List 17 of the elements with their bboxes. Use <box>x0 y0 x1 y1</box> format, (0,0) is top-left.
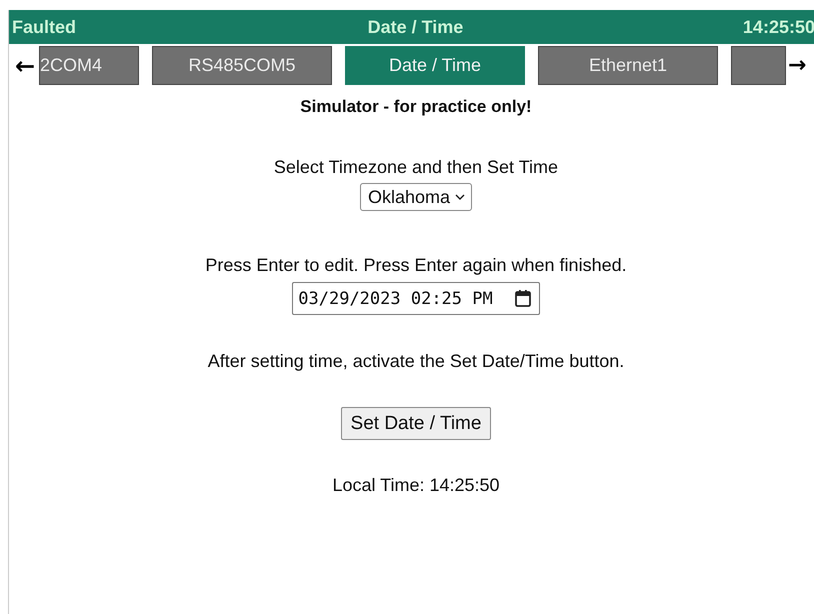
datetime-field[interactable]: 03/29/2023 02:25 PM <box>292 282 540 315</box>
clock-text: 14:25:50 <box>742 16 814 38</box>
tab[interactable]: Ethernet1 <box>538 46 718 85</box>
instruction-text: After setting time, activate the Set Date/Time button. <box>208 351 624 372</box>
timezone-dropdown[interactable]: Oklahoma <box>360 183 472 211</box>
calendar-icon[interactable] <box>514 290 531 307</box>
page-title: Date / Time <box>368 16 464 38</box>
status-text: Faulted <box>12 16 76 38</box>
tab[interactable]: RS485COM5 <box>152 46 332 85</box>
tab[interactable]: 2COM4 <box>39 46 139 85</box>
local-time-text: Local Time: 14:25:50 <box>332 475 500 496</box>
datetime-label: Press Enter to edit. Press Enter again when finished. <box>205 255 627 276</box>
tab[interactable]: Date / Time <box>345 46 525 85</box>
caret-icon <box>455 194 466 200</box>
timezone-label: Select Timezone and then Set Time <box>274 157 558 178</box>
set-date-time-button[interactable]: Set Date / Time <box>340 407 492 440</box>
notice-text: Simulator - for practice only! <box>300 97 532 117</box>
